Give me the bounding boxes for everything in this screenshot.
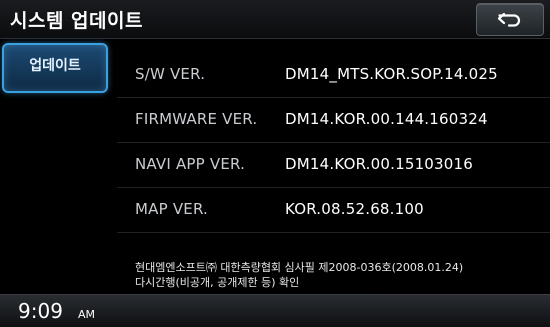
- system-update-screen: 시스템 업데이트 업데이트 S/W VER. DM14_MTS.KOR.SOP.…: [0, 0, 550, 327]
- version-row-map: MAP VER. KOR.08.52.68.100: [117, 187, 550, 233]
- page-title: 시스템 업데이트: [10, 10, 143, 32]
- notice-line-1: 현대엠엔소프트㈜ 대한측량협회 심사필 제2008-036호(2008.01.2…: [135, 261, 464, 274]
- version-row-sw: S/W VER. DM14_MTS.KOR.SOP.14.025: [117, 52, 550, 98]
- version-label: NAVI APP VER.: [135, 155, 246, 173]
- status-bar: 9:09 AM: [0, 294, 550, 327]
- version-label: MAP VER.: [135, 200, 209, 218]
- version-row-navi-app: NAVI APP VER. DM14.KOR.00.15103016: [117, 142, 550, 188]
- certification-notice: 현대엠엔소프트㈜ 대한측량협회 심사필 제2008-036호(2008.01.2…: [135, 260, 545, 290]
- version-label: S/W VER.: [135, 65, 206, 83]
- notice-line-2: 다시간행(비공개, 공개제한 등) 확인: [135, 276, 300, 289]
- menu-item-update[interactable]: 업데이트: [2, 43, 108, 93]
- side-menu: 업데이트: [0, 39, 116, 293]
- menu-item-label: 업데이트: [29, 58, 81, 74]
- version-value: DM14_MTS.KOR.SOP.14.025: [285, 65, 498, 83]
- version-value: KOR.08.52.68.100: [285, 200, 424, 218]
- version-value: DM14.KOR.00.15103016: [285, 155, 474, 173]
- clock-time: 9:09: [18, 299, 63, 323]
- back-button[interactable]: [476, 3, 544, 36]
- version-value: DM14.KOR.00.144.160324: [285, 110, 488, 128]
- version-info-panel: S/W VER. DM14_MTS.KOR.SOP.14.025 FIRMWAR…: [117, 39, 550, 293]
- version-row-firmware: FIRMWARE VER. DM14.KOR.00.144.160324: [117, 97, 550, 143]
- clock-ampm: AM: [78, 308, 96, 321]
- header-bar: 시스템 업데이트: [0, 0, 550, 39]
- version-label: FIRMWARE VER.: [135, 110, 258, 128]
- back-arrow-icon: [497, 11, 523, 29]
